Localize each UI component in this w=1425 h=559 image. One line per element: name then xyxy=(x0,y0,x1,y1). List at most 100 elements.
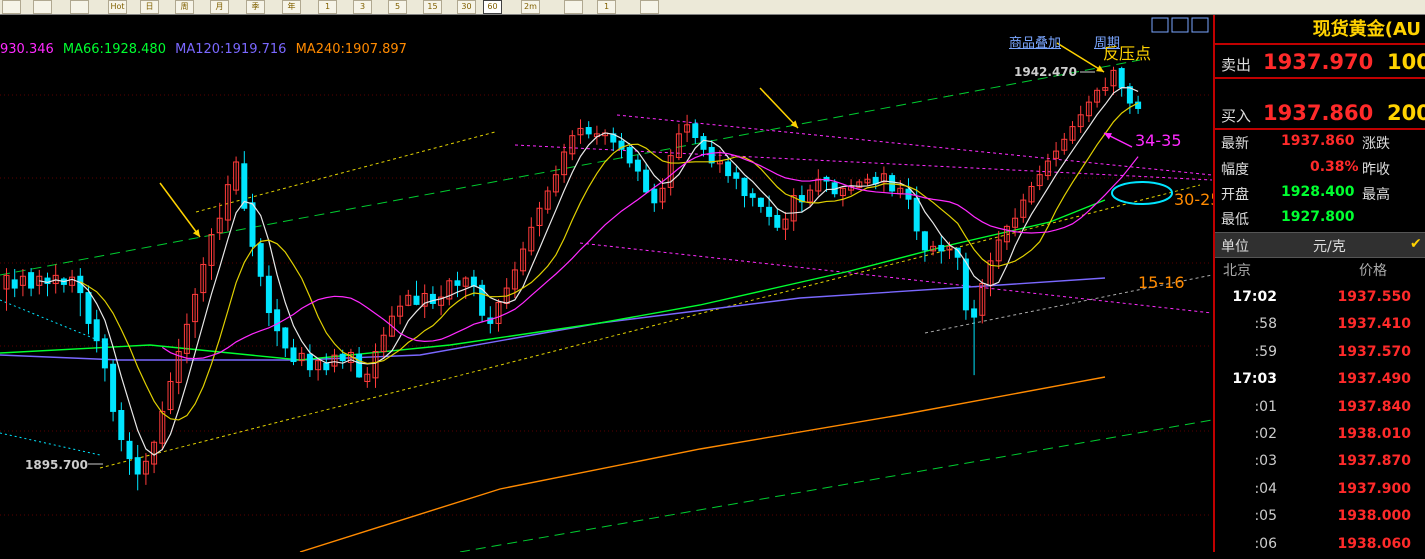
toolbar-button[interactable]: 1 xyxy=(318,0,337,14)
trend-line-cyan-2 xyxy=(0,432,101,456)
check-icon[interactable]: ✔ xyxy=(1410,236,1422,252)
candle-body xyxy=(643,169,650,193)
candle-body xyxy=(708,146,715,164)
toolbar: Hot 日 周 月 季 年 1 3 5 15 30 60 2m 1 xyxy=(0,0,1425,15)
sell-row: 卖出 1937.970 100 xyxy=(1215,47,1425,79)
tick-row: :04 1937.900 xyxy=(1215,477,1425,504)
tick-time-header: 北京 xyxy=(1223,263,1251,279)
candle-body xyxy=(585,127,592,135)
candle-body xyxy=(757,197,764,207)
tick-price: 1938.060 xyxy=(1337,535,1411,552)
tick-time: :58 xyxy=(1254,316,1277,333)
candle-body xyxy=(126,440,133,460)
candle-body xyxy=(93,319,100,342)
ma240-legend: MA240:1907.897 xyxy=(295,42,407,57)
candle-body xyxy=(913,197,920,232)
toolbar-button[interactable]: 1 xyxy=(597,0,616,14)
candle-body xyxy=(700,136,707,150)
amplitude-value: 0.38% xyxy=(1310,159,1359,175)
candle-body xyxy=(1118,68,1125,89)
low-label: 最低 xyxy=(1221,212,1249,228)
toolbar-button[interactable]: 季 xyxy=(246,0,265,14)
candle-body xyxy=(962,258,969,311)
toolbar-button[interactable]: 2m xyxy=(521,0,540,14)
sell-volume: 100 xyxy=(1387,50,1425,74)
candle-body xyxy=(766,206,773,217)
tick-time: :04 xyxy=(1254,480,1277,497)
candle-body xyxy=(774,214,781,228)
tick-time: :01 xyxy=(1254,398,1277,415)
toolbar-button[interactable]: 3 xyxy=(353,0,372,14)
high-label: 最高 xyxy=(1362,187,1390,203)
toolbar-button[interactable]: 日 xyxy=(140,0,159,14)
buy-volume: 200 xyxy=(1387,101,1425,125)
ma20-line xyxy=(161,151,1139,360)
toolbar-button[interactable]: 年 xyxy=(282,0,301,14)
tick-row: :59 1937.570 xyxy=(1215,340,1425,367)
toolbar-button[interactable] xyxy=(33,0,52,14)
buy-row: 买入 1937.860 200 xyxy=(1215,98,1425,130)
arrow-left xyxy=(159,182,201,238)
candle-body xyxy=(274,309,281,332)
low-mark-label: 1895.700 xyxy=(25,458,89,472)
ma240-line xyxy=(299,376,1106,552)
tick-time: :06 xyxy=(1254,535,1277,552)
toolbar-button[interactable]: 60 xyxy=(483,0,502,14)
candle-body xyxy=(249,202,256,247)
candle-body xyxy=(101,338,108,369)
change-label: 涨跌 xyxy=(1362,136,1390,152)
sell-label: 卖出 xyxy=(1221,56,1252,74)
toolbar-button[interactable] xyxy=(640,0,659,14)
tick-price: 1937.410 xyxy=(1337,316,1411,333)
candle-body xyxy=(733,172,740,179)
unit-label: 单位 xyxy=(1221,239,1249,255)
toolbar-button[interactable] xyxy=(2,0,21,14)
toolbar-button[interactable]: 30 xyxy=(457,0,476,14)
candle-body xyxy=(118,410,125,441)
tick-price: 1937.870 xyxy=(1337,453,1411,470)
toolbar-button[interactable]: 15 xyxy=(423,0,442,14)
candle-body xyxy=(634,159,641,172)
annotation-34-35: 34-35 xyxy=(1135,131,1182,150)
ma120-line xyxy=(0,277,1106,361)
tick-price: 1937.570 xyxy=(1337,343,1411,360)
tick-price: 1937.900 xyxy=(1337,480,1411,497)
arrow-middle xyxy=(759,87,799,129)
channel-upper-yellow xyxy=(195,131,496,213)
candle-body xyxy=(938,244,945,252)
tick-row: :01 1937.840 xyxy=(1215,395,1425,422)
open-label: 开盘 xyxy=(1221,187,1249,203)
tick-price: 1937.490 xyxy=(1337,371,1411,388)
tick-row: :03 1937.870 xyxy=(1215,449,1425,476)
resistance-annotation: 反压点 xyxy=(1103,44,1152,63)
toolbar-button[interactable] xyxy=(70,0,89,14)
tick-time: :59 xyxy=(1254,343,1277,360)
low-value: 1927.800 xyxy=(1281,209,1355,225)
tick-row: :02 1938.010 xyxy=(1215,422,1425,449)
candle-body xyxy=(282,327,289,349)
tick-time: :02 xyxy=(1254,426,1277,442)
arrow-left-head xyxy=(192,229,200,237)
toolbar-button[interactable]: 月 xyxy=(210,0,229,14)
annotation-15-16: 15-16 xyxy=(1138,273,1185,292)
ma-legend: 930.346 MA66:1928.480 MA120:1919.716 MA2… xyxy=(0,42,412,57)
toolbar-button[interactable]: Hot xyxy=(108,0,127,14)
candle-body xyxy=(85,292,92,324)
overlay-link[interactable]: 商品叠加 xyxy=(1009,32,1061,51)
ma20-legend: 930.346 xyxy=(0,42,54,57)
tick-price: 1938.000 xyxy=(1337,508,1411,525)
window-control-icon xyxy=(1171,17,1189,33)
toolbar-button[interactable]: 5 xyxy=(388,0,407,14)
candle-body xyxy=(356,353,363,378)
toolbar-button[interactable] xyxy=(564,0,583,14)
instrument-title: 现货黄金(AU xyxy=(1215,15,1425,45)
tick-row: 17:02 1937.550 xyxy=(1215,285,1425,312)
kline-chart[interactable]: 930.346 MA66:1928.480 MA120:1919.716 MA2… xyxy=(0,15,1221,552)
tick-price: 1937.550 xyxy=(1337,289,1411,305)
window-control-icon xyxy=(1191,17,1209,33)
tick-row: 17:03 1937.490 xyxy=(1215,367,1425,394)
ma66-legend: MA66:1928.480 xyxy=(62,42,166,57)
toolbar-button[interactable]: 周 xyxy=(175,0,194,14)
candle-body xyxy=(651,188,658,204)
tick-row: :06 1938.060 xyxy=(1215,532,1425,559)
